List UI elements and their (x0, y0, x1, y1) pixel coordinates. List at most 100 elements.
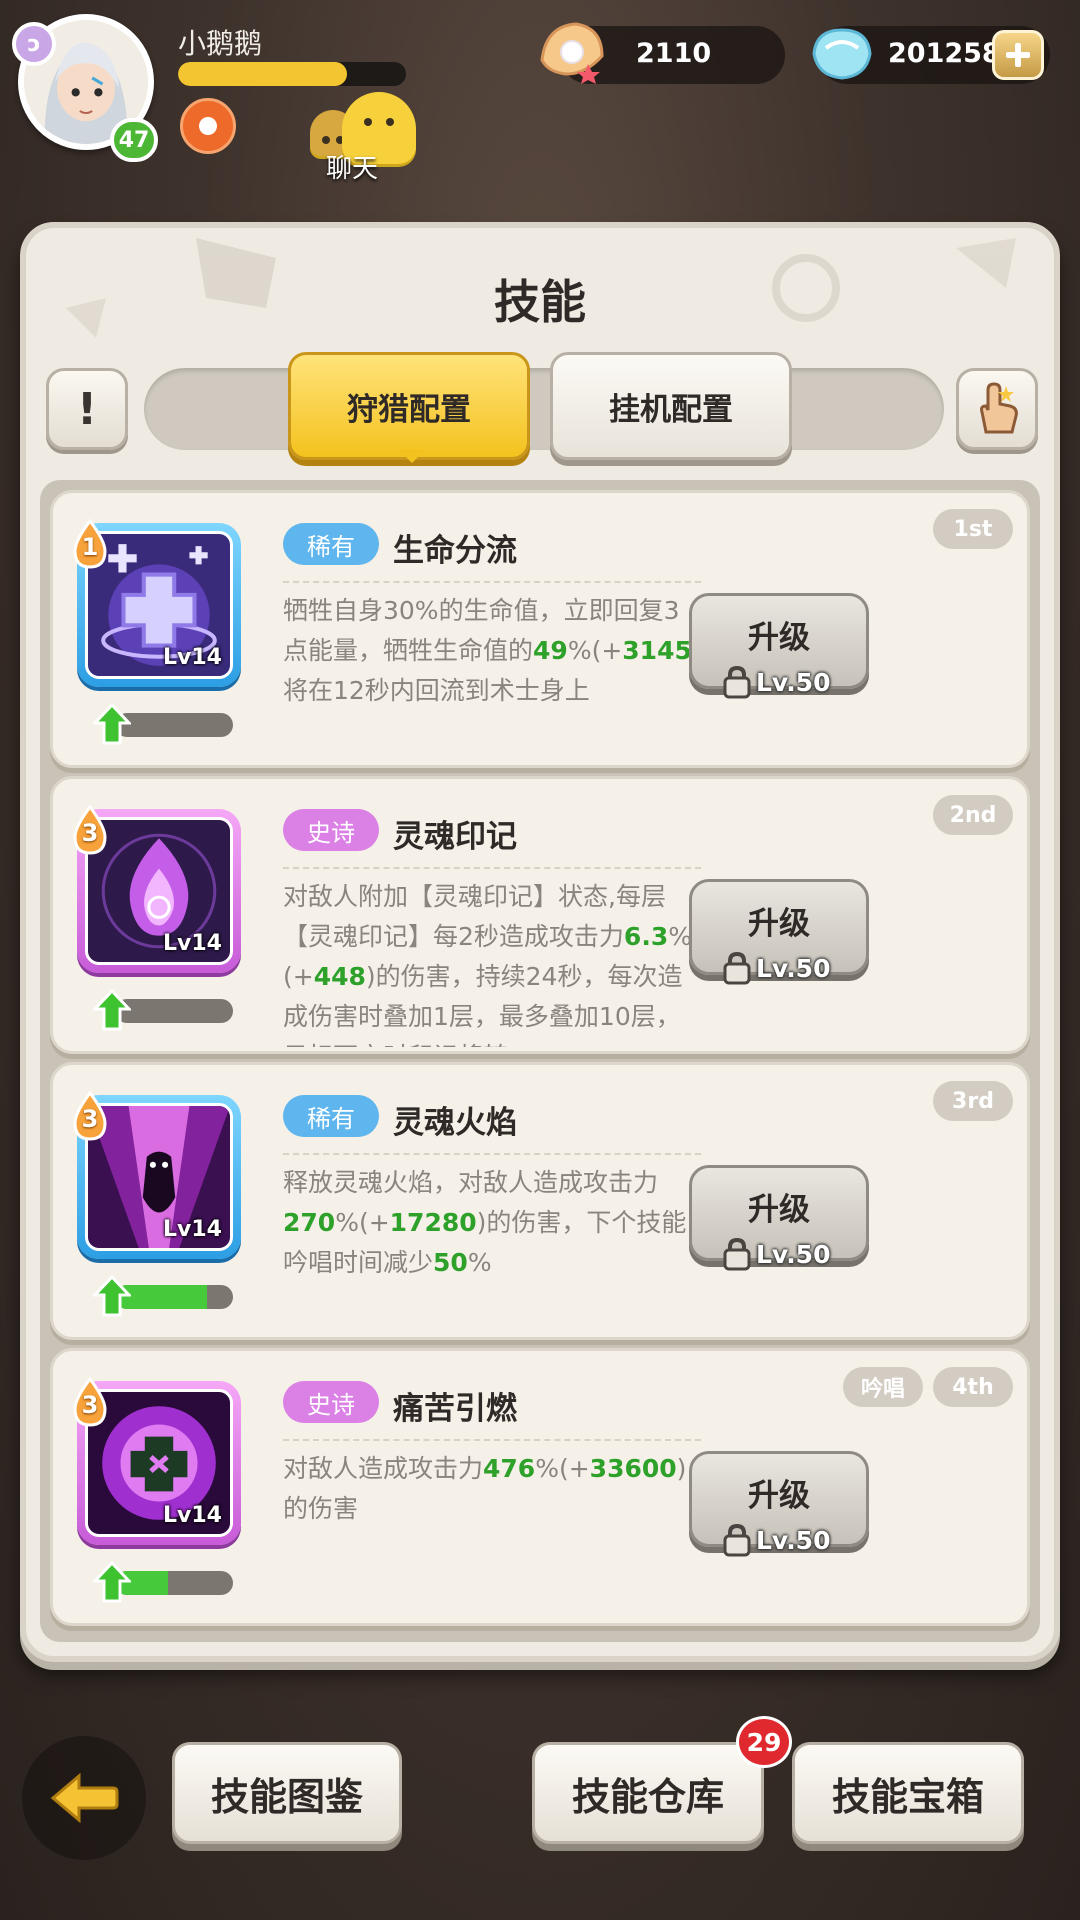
lock-icon (723, 1523, 751, 1557)
chat-label: 聊天 (326, 154, 379, 184)
desc-text: 对敌人造成攻击力 (283, 1454, 484, 1483)
skill-description: 对敌人造成攻击力476%(+33600)的伤害 (283, 1449, 703, 1619)
skill-rarity-badge: 稀有 (283, 1095, 379, 1137)
hand-icon (980, 382, 1018, 434)
skill-codex-button[interactable]: 技能图鉴 (172, 1742, 402, 1844)
skill-progress-bar (115, 1285, 233, 1309)
upgrade-label: 升级 (748, 906, 810, 942)
skill-rank-tag: 1st (933, 509, 1013, 549)
skill-card[interactable]: Lv14 3 史诗 痛苦引燃 吟唱 4th 对敌人造成攻击力476%(+3360… (50, 1348, 1030, 1626)
divider (283, 867, 701, 869)
required-level: Lv.50 (756, 1525, 831, 1555)
class-emblem-icon: ↄ (12, 22, 56, 66)
upgrade-label: 升级 (748, 1478, 810, 1514)
skill-rarity-badge: 史诗 (283, 809, 379, 851)
divider (283, 1439, 701, 1441)
gem-count: 201258 (888, 38, 1001, 69)
level-up-arrow-icon (93, 989, 131, 1031)
skill-description: 牺牲自身30%的生命值，立即回复3点能量，牺牲生命值的49%(+3145)将在1… (283, 591, 703, 761)
skill-rank-tag: 4th (933, 1367, 1013, 1407)
info-button[interactable]: ! (46, 368, 128, 450)
desc-highlight-value: 476 (483, 1454, 536, 1483)
desc-highlight-value: 6.3 (623, 922, 669, 951)
shell-count: 2110 (636, 38, 712, 69)
xp-bar (178, 62, 406, 86)
divider (283, 1153, 701, 1155)
skill-description: 释放灵魂火焰，对敌人造成攻击力270%(+17280)的伤害，下个技能吟唱时间减… (283, 1163, 703, 1333)
lock-icon (723, 665, 751, 699)
skill-level: Lv14 (163, 645, 222, 670)
info-icon: ! (76, 383, 98, 435)
skill-card[interactable]: Lv14 3 稀有 灵魂火焰 3rd 释放灵魂火焰，对敌人造成攻击力 270%(+… (50, 1062, 1030, 1340)
xp-bar-fill (178, 62, 347, 86)
skill-name: 灵魂火焰 (393, 1105, 517, 1141)
skill-name: 灵魂印记 (393, 819, 517, 855)
upgrade-button[interactable]: 升级 Lv.50 (689, 593, 869, 699)
desc-text: %(+ (535, 1454, 590, 1483)
skill-order-badge: 1 (69, 518, 111, 569)
desc-text: 释放灵魂火焰，对敌人造成攻击力 (283, 1168, 659, 1197)
skill-progress-bar (115, 999, 233, 1023)
skill-order-number: 3 (81, 819, 99, 847)
desc-highlight-value: 33600 (589, 1454, 677, 1483)
skill-progress-bar (115, 1571, 233, 1595)
desc-highlight-value: 448 (313, 962, 366, 991)
pearl-shell-icon (540, 22, 604, 84)
upgrade-requirement: Lv.50 (722, 1522, 830, 1558)
desc-text: %(+ (335, 1208, 390, 1237)
skill-order-badge: 3 (69, 1376, 111, 1427)
upgrade-button[interactable]: 升级 Lv.50 (689, 1165, 869, 1271)
storage-notification-badge: 29 (736, 1716, 792, 1768)
tab-idle-config[interactable]: 挂机配置 (550, 352, 792, 460)
skill-rank-tag: 3rd (933, 1081, 1013, 1121)
skill-order-number: 3 (81, 1105, 99, 1133)
skill-order-badge: 3 (69, 804, 111, 855)
desc-text: %(+ (567, 636, 623, 665)
desc-highlight-value: 49 (533, 636, 568, 665)
level-up-arrow-icon (93, 1275, 131, 1317)
skill-description: 对敌人附加【灵魂印记】状态,每层【灵魂印记】每2秒造成攻击力6.3%(+448)… (283, 877, 703, 1047)
buff-icon[interactable] (180, 98, 236, 154)
desc-text: 对敌人附加【灵魂印记】状态,每层【灵魂印记】每2秒造成攻击力 (283, 882, 666, 951)
upgrade-requirement: Lv.50 (722, 664, 830, 700)
required-level: Lv.50 (756, 667, 831, 697)
lock-icon (723, 951, 751, 985)
desc-text: % (467, 1248, 492, 1277)
desc-highlight-value: 270 (283, 1208, 336, 1237)
skill-rarity-badge: 稀有 (283, 523, 379, 565)
skill-chest-button[interactable]: 技能宝箱 (792, 1742, 1024, 1844)
skill-card[interactable]: Lv14 3 史诗 灵魂印记 2nd 对敌人附加【灵魂印记】状态,每层【灵魂印记… (50, 776, 1030, 1054)
skill-level: Lv14 (163, 1217, 222, 1242)
level-up-arrow-icon (93, 1561, 131, 1603)
back-arrow-icon (50, 1772, 119, 1824)
tab-track (144, 368, 944, 450)
diamond-icon (812, 28, 872, 80)
top-hud: ↄ 47 小鹅鹅 聊天 2110 201258 (0, 0, 1080, 200)
skill-list: Lv14 1 稀有 生命分流 1st 牺牲自身30%的生命值，立即回复3点能量，… (40, 480, 1040, 1642)
skill-name: 生命分流 (393, 533, 517, 569)
add-currency-button[interactable] (992, 30, 1044, 80)
skill-storage-button[interactable]: 技能仓库 (532, 1742, 764, 1844)
tab-hunt-config[interactable]: 狩猎配置 (288, 352, 530, 463)
skills-panel: 技能 ! 狩猎配置 挂机配置 Lv14 1 稀有 生命分流 1st 牺牲自身30… (20, 222, 1060, 1662)
upgrade-requirement: Lv.50 (722, 1236, 830, 1272)
upgrade-button[interactable]: 升级 Lv.50 (689, 879, 869, 985)
divider (283, 581, 701, 583)
skill-order-number: 1 (81, 533, 99, 561)
drag-hand-button[interactable] (956, 368, 1038, 450)
lock-icon (723, 1237, 751, 1271)
player-name: 小鹅鹅 (178, 27, 263, 60)
skill-rarity-badge: 史诗 (283, 1381, 379, 1423)
desc-highlight-value: 3145 (622, 636, 692, 665)
back-button[interactable] (22, 1736, 146, 1860)
desc-highlight-value: 17280 (389, 1208, 477, 1237)
upgrade-requirement: Lv.50 (722, 950, 830, 986)
chat-button[interactable]: 聊天 (300, 92, 420, 184)
upgrade-button[interactable]: 升级 Lv.50 (689, 1451, 869, 1557)
skill-progress-bar (115, 713, 233, 737)
desc-highlight-value: 50 (433, 1248, 468, 1277)
level-up-arrow-icon (93, 703, 131, 745)
skill-card[interactable]: Lv14 1 稀有 生命分流 1st 牺牲自身30%的生命值，立即回复3点能量，… (50, 490, 1030, 768)
player-level-badge: 47 (110, 118, 158, 162)
required-level: Lv.50 (756, 1239, 831, 1269)
